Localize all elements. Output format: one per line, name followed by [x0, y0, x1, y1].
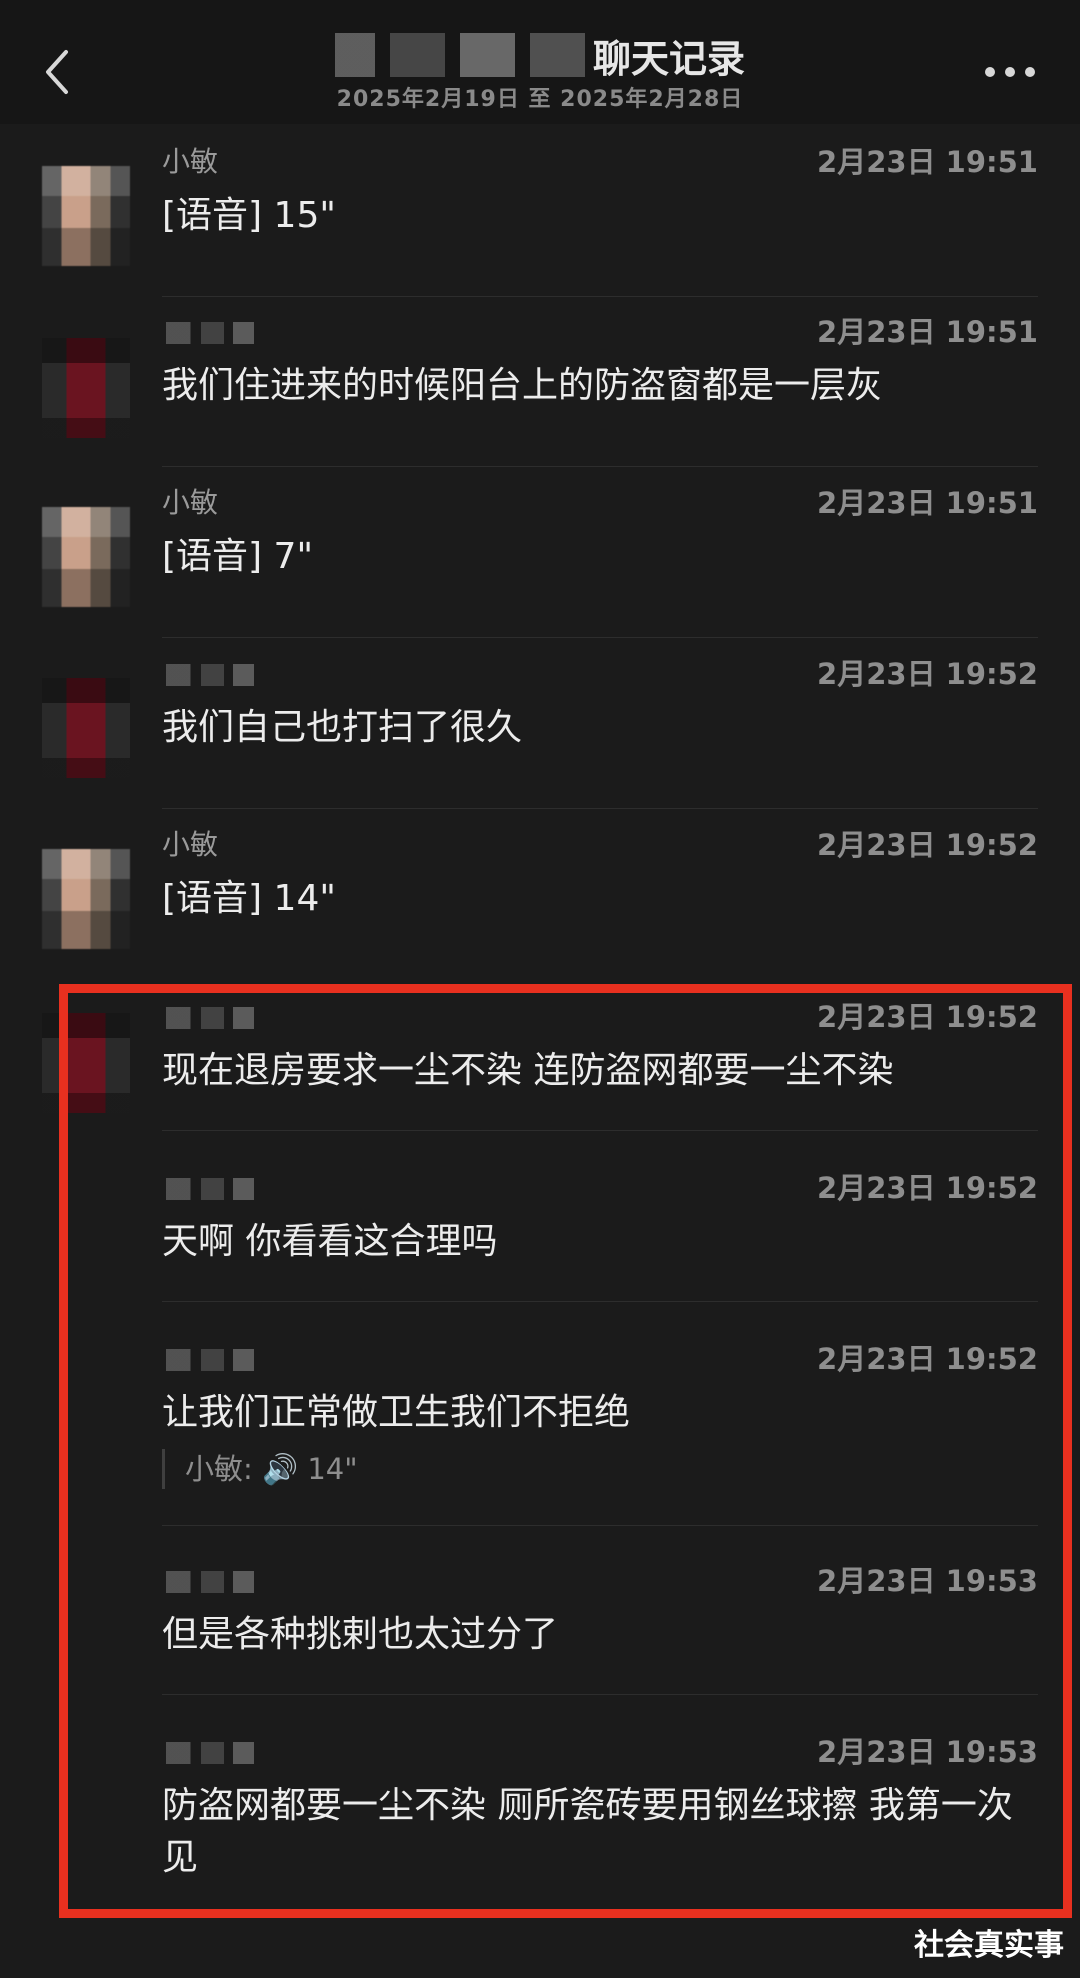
pixelated-sender-name: [166, 1742, 254, 1764]
divider: [162, 808, 1038, 809]
divider: [162, 637, 1038, 638]
message-text[interactable]: [语音] 15": [162, 190, 1028, 242]
message-text[interactable]: 防盗网都要一尘不染 厕所瓷砖要用钢丝球擦 我第一次见: [162, 1780, 1028, 1884]
avatar[interactable]: [42, 849, 130, 949]
pixelated-contact-name: [334, 33, 585, 77]
message-text[interactable]: 但是各种挑剌也太过分了: [162, 1609, 1028, 1661]
page-title: 聊天记录: [592, 36, 745, 81]
message-text[interactable]: 现在退房要求一尘不染 连防盗网都要一尘不染: [162, 1045, 1028, 1097]
message-time: 2月23日 19:52: [817, 828, 1038, 862]
divider: [162, 1694, 1038, 1695]
pixelated-sender-name: [166, 1571, 254, 1593]
sender-name: 小敏: [162, 145, 219, 178]
message-text[interactable]: 天啊 你看看这合理吗: [162, 1216, 1028, 1268]
message-text[interactable]: [语音] 14": [162, 873, 1028, 925]
pixelated-sender-name: [166, 1007, 254, 1029]
avatar[interactable]: [42, 507, 130, 607]
divider: [162, 466, 1038, 467]
message-text[interactable]: [语音] 7": [162, 531, 1028, 583]
header-title-block: 聊天记录 2025年2月19日 至 2025年2月28日: [0, 30, 1080, 113]
message-time: 2月23日 19:51: [817, 486, 1038, 520]
date-range: 2025年2月19日 至 2025年2月28日: [336, 87, 744, 112]
quoted-voice-message[interactable]: 小敏: 🔊 14": [162, 1449, 358, 1489]
message-time: 2月23日 19:53: [817, 1735, 1038, 1769]
sender-name: 小敏: [162, 828, 219, 861]
watermark: 社会真实事: [914, 1928, 1064, 1963]
divider: [162, 1301, 1038, 1302]
pixelated-sender-name: [166, 322, 254, 344]
message-time: 2月23日 19:52: [817, 657, 1038, 691]
message-time: 2月23日 19:51: [817, 315, 1038, 349]
more-button[interactable]: [980, 52, 1040, 92]
chat-history-header: 聊天记录 2025年2月19日 至 2025年2月28日: [0, 0, 1080, 124]
message-time: 2月23日 19:51: [817, 145, 1038, 179]
pixelated-sender-name: [166, 1178, 254, 1200]
avatar[interactable]: [42, 166, 130, 266]
pixelated-sender-name: [166, 664, 254, 686]
pixelated-sender-name: [166, 1349, 254, 1371]
avatar[interactable]: [42, 338, 130, 438]
avatar[interactable]: [42, 678, 130, 778]
divider: [162, 1525, 1038, 1526]
message-time: 2月23日 19:52: [817, 1171, 1038, 1205]
avatar[interactable]: [42, 1013, 130, 1113]
message-time: 2月23日 19:52: [817, 1342, 1038, 1376]
message-text[interactable]: 让我们正常做卫生我们不拒绝: [162, 1387, 1028, 1439]
divider: [162, 1130, 1038, 1131]
more-dots-icon: [985, 67, 1035, 77]
divider: [162, 296, 1038, 297]
message-text[interactable]: 我们自己也打扫了很久: [162, 702, 1028, 754]
message-time: 2月23日 19:53: [817, 1564, 1038, 1598]
sender-name: 小敏: [162, 486, 219, 519]
message-time: 2月23日 19:52: [817, 1000, 1038, 1034]
message-text[interactable]: 我们住进来的时候阳台上的防盗窗都是一层灰: [162, 360, 1028, 412]
